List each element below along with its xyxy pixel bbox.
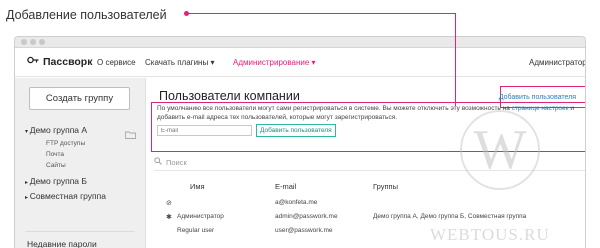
window-titlebar	[15, 37, 585, 48]
sidebar-group-demo-a[interactable]: ▾ Демо группа А	[25, 125, 87, 135]
nav-administration[interactable]: Администрирование ▾	[233, 58, 316, 67]
sidebar-subitem-ftp[interactable]: FTP доступы	[46, 140, 85, 147]
folder-icon[interactable]	[125, 126, 136, 144]
watermark-text: WEBTOUS.RU	[430, 225, 550, 244]
page-title: Пользователи компании	[159, 89, 300, 103]
row-name: Regular user	[177, 227, 215, 234]
row-email: a@konfeta.me	[275, 199, 318, 206]
window-minimize-dot[interactable]	[30, 39, 36, 45]
row-email: user@passwork.me	[275, 227, 333, 234]
watermark-logo: W	[460, 110, 540, 190]
sidebar-recent-passwords[interactable]: Недавние пароли	[27, 239, 97, 248]
sidebar-subitem-mail[interactable]: Почта	[46, 151, 64, 158]
search-icon	[154, 157, 162, 167]
nav-download-plugins[interactable]: Скачать плагины ▾	[145, 58, 214, 67]
add-user-button[interactable]: Добавить пользователя	[499, 94, 576, 101]
sidebar-group-shared[interactable]: ▸ Совместная группа	[25, 191, 106, 201]
blocked-icon: ⊘	[166, 200, 172, 207]
row-email: admin@passwork.me	[275, 213, 338, 220]
annotation-line-right	[455, 13, 456, 106]
sidebar: Создать группу ▾ Демо группа А FTP досту…	[15, 78, 146, 248]
row-groups: Демо группа А, Демо группа Б, Совместная…	[373, 213, 527, 220]
row-name: Администратор	[177, 213, 224, 220]
window-close-dot[interactable]	[21, 39, 27, 45]
app-logo[interactable]: Пассворк	[27, 55, 92, 68]
search-bar[interactable]: Поиск	[154, 157, 187, 167]
annotation-line-top	[188, 13, 456, 14]
key-icon	[27, 55, 39, 68]
create-group-button[interactable]: Создать группу	[29, 87, 130, 110]
nav-user-menu[interactable]: Администратор ▾	[529, 58, 585, 67]
inline-add-user-button[interactable]: Добавить пользователя	[256, 124, 336, 137]
column-header-name[interactable]: Имя	[190, 182, 205, 191]
search-placeholder: Поиск	[166, 157, 187, 167]
admin-star-icon: ✱	[166, 214, 172, 221]
nav-about[interactable]: О сервисе	[97, 58, 136, 67]
column-header-email[interactable]: E-mail	[275, 182, 296, 191]
sidebar-subitem-sites[interactable]: Сайты	[46, 162, 66, 169]
logo-text: Пассворк	[43, 55, 93, 68]
annotation-caption: Добавление пользователей	[6, 8, 167, 22]
settings-page-link[interactable]: странице настроек	[512, 105, 569, 112]
top-navbar: Пассворк О сервисе Скачать плагины ▾ Адм…	[15, 48, 585, 77]
window-maximize-dot[interactable]	[39, 39, 45, 45]
sidebar-group-demo-b[interactable]: ▸ Демо группа Б	[25, 176, 87, 186]
email-input[interactable]	[157, 125, 252, 136]
column-header-groups[interactable]: Группы	[373, 182, 398, 191]
sidebar-divider	[25, 231, 135, 232]
